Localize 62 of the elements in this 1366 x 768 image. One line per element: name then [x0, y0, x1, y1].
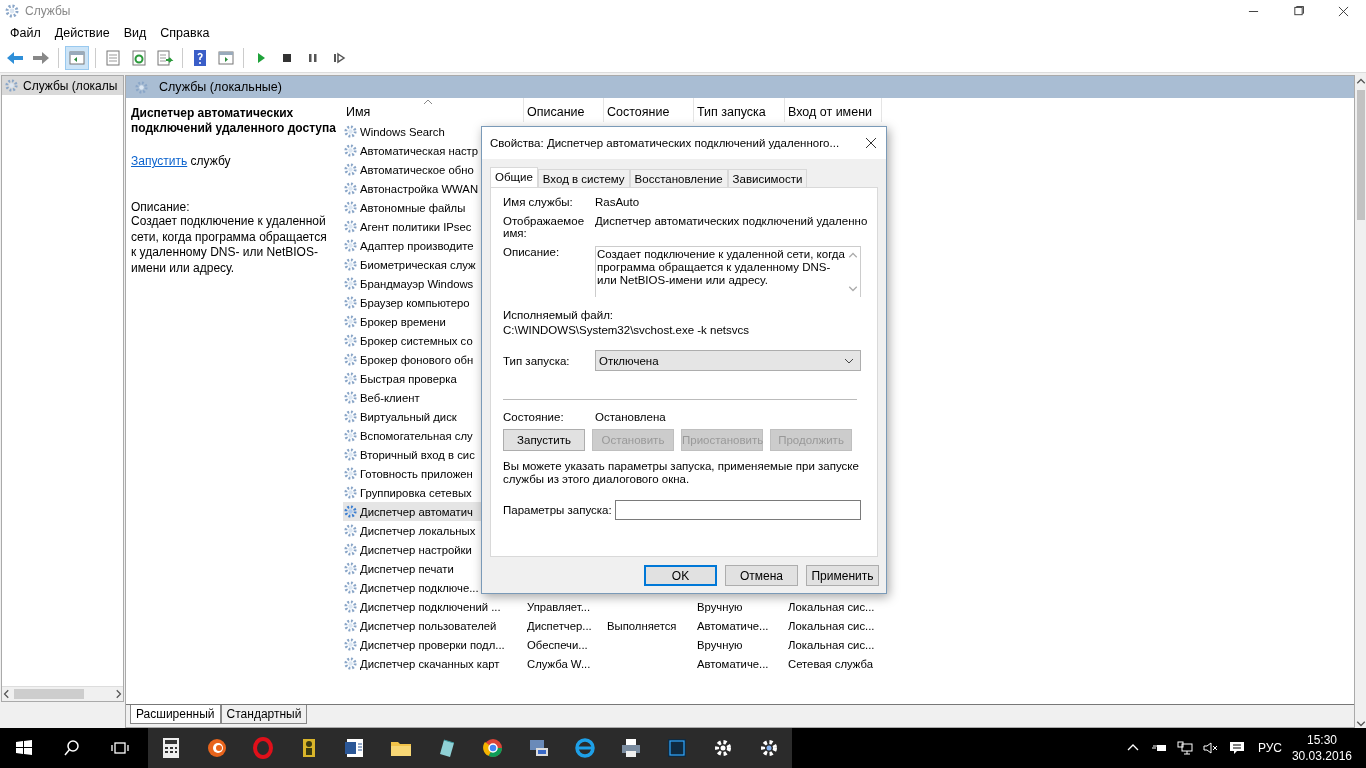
table-cell: Диспетчер печати [360, 562, 454, 575]
field-label: Состояние: [503, 411, 565, 423]
table-cell: Брокер времени [360, 315, 446, 328]
window-title: Службы [25, 4, 71, 18]
table-cell: Автономные файлы [360, 201, 466, 214]
table-cell: Вручную [697, 638, 743, 651]
table-cell: Диспетчер автоматич [360, 505, 473, 518]
field-label: Параметры запуска: [503, 504, 613, 516]
table-cell: Готовность приложен [360, 467, 473, 480]
table-cell: Автоматическое обно [360, 163, 474, 176]
description-label: Описание: [131, 200, 191, 214]
table-cell: Быстрая проверка [360, 372, 457, 385]
table-cell: Автонастройка WWAN [360, 182, 479, 195]
table-cell: Адаптер производите [360, 239, 474, 252]
table-cell: Диспетчер локальных [360, 524, 476, 537]
table-cell: Брокер фонового обн [360, 353, 474, 366]
table-cell: Вручную [697, 600, 743, 613]
table-cell: Служба W... [527, 657, 591, 670]
action-text: службу [190, 154, 231, 168]
table-cell: Автоматиче... [697, 657, 769, 670]
field-value: Диспетчер автоматических подключений удаленно [595, 215, 868, 227]
description-text: Создает подключение к удаленной сети, когда программа обращается к удаленному DNS- или NetBIOS-имени или адресу. [131, 214, 328, 276]
table-cell: Сетевая служба [788, 657, 873, 670]
tree-item-label: Службы (локалы [23, 78, 118, 93]
table-cell: Группировка сетевых [360, 486, 472, 499]
table-cell: Диспетчер проверки подл... [360, 638, 505, 651]
table-cell: Брокер системных со [360, 334, 473, 347]
table-cell: Агент политики IPsec [360, 220, 472, 233]
field-label: Исполняемый файл: [503, 309, 615, 321]
status-value: Остановлена [595, 411, 666, 423]
table-cell: Локальная сис... [788, 600, 875, 613]
dialog-title: Свойства: Диспетчер автоматических подключений удаленного... [490, 137, 840, 149]
table-cell: Локальная сис... [788, 638, 875, 651]
table-cell: Брандмауэр Windows [360, 277, 474, 290]
field-label: Тип запуска: [503, 354, 571, 367]
hint-text: Вы можете указать параметры запуска, применяемые при запуске службы из этого диалогового окна. [503, 460, 860, 486]
table-cell: Диспетчер пользователей [360, 619, 497, 632]
table-cell: Браузер компьютеро [360, 296, 470, 309]
table-cell: Веб-клиент [360, 391, 420, 404]
field-value: RasAuto [595, 196, 640, 208]
table-cell: Диспетчер... [527, 619, 592, 632]
table-cell: Диспетчер настройки [360, 543, 472, 556]
table-cell: Выполняется [607, 619, 677, 632]
table-cell: Локальная сис... [788, 619, 875, 632]
service-title: Диспетчер автоматических подключений удаленного доступа [131, 106, 336, 136]
table-cell: Управляет... [527, 600, 591, 613]
table-cell: Windows Search [360, 125, 445, 138]
table-cell: Автоматиче... [697, 619, 769, 632]
table-cell: Автоматическая настр [360, 144, 479, 157]
executable-path: C:\WINDOWS\System32\svchost.exe -k netsvcs [503, 324, 751, 336]
table-cell: Вторичный вход в сис [360, 448, 475, 461]
table-cell: Биометрическая служ [360, 258, 476, 271]
table-cell: Обеспечи... [527, 638, 588, 651]
table-cell: Виртуальный диск [360, 410, 457, 423]
table-cell: Диспетчер подключений ... [360, 600, 501, 613]
table-cell: Диспетчер подключе... [360, 581, 479, 594]
table-cell: Диспетчер скачанных карт [360, 657, 500, 670]
table-cell: Вспомогательная слу [360, 429, 473, 442]
panel-title: Службы (локальные) [159, 80, 282, 94]
field-label: Имя службы: [503, 196, 574, 208]
field-label: Описание: [503, 246, 561, 258]
field-label: Отображаемое имя: [503, 215, 586, 239]
